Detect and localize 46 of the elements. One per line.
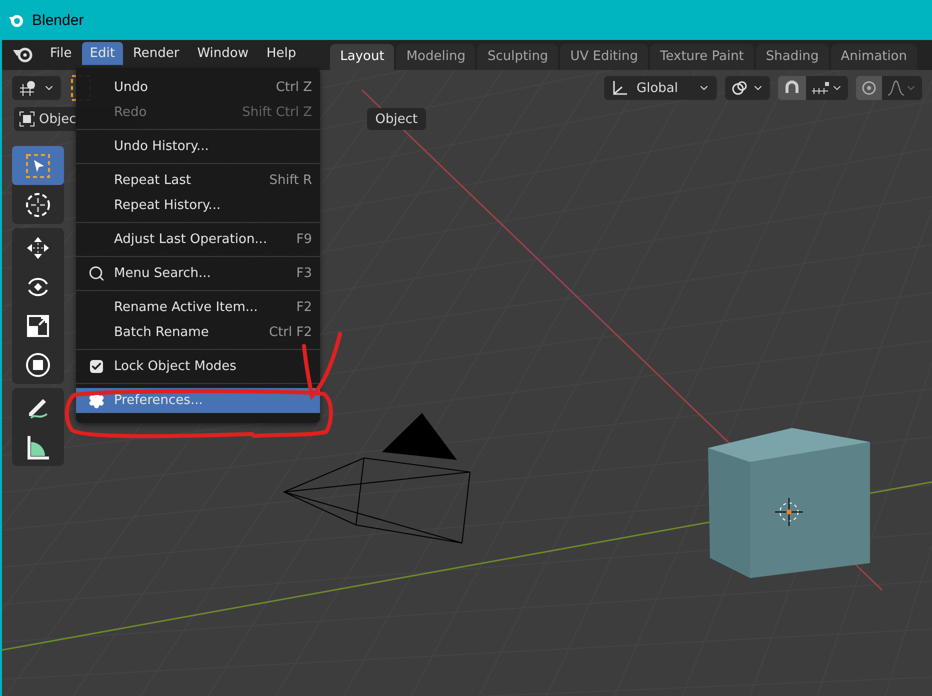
menu-entry[interactable]: Adjust Last Operation... F9 <box>76 227 320 252</box>
target-circle-icon <box>861 80 877 96</box>
menu-item[interactable]: Render <box>124 42 188 65</box>
checkbox[interactable] <box>90 360 102 373</box>
scale-icon <box>25 312 51 338</box>
menu-item[interactable]: File <box>42 42 80 65</box>
search-icon <box>88 265 104 282</box>
snap-toggle[interactable] <box>778 76 806 100</box>
menu-entry[interactable]: Repeat History... <box>76 193 320 218</box>
falloff-dropdown[interactable] <box>882 76 922 100</box>
transform-icon <box>25 352 51 378</box>
workspace-tab[interactable]: Sculpting <box>477 44 558 70</box>
proportional-edit-toggle[interactable] <box>856 76 882 100</box>
menu-item[interactable]: Help <box>258 42 304 65</box>
increment-icon <box>811 80 831 96</box>
cursor-icon <box>25 192 51 218</box>
workspace-tab[interactable]: Shading <box>756 44 829 70</box>
object-mode-icon <box>19 111 35 127</box>
workspace-tab[interactable]: Layout <box>330 44 394 70</box>
snap-target-dropdown[interactable] <box>806 76 848 100</box>
object-menu[interactable]: Object <box>367 108 426 130</box>
menu-entry[interactable]: Rename Active Item... F2 <box>76 295 320 320</box>
falloff-curve-icon <box>887 80 905 96</box>
pivot-dropdown[interactable] <box>725 76 770 100</box>
editor-type-button[interactable] <box>12 76 61 100</box>
ruler-icon <box>25 434 51 460</box>
menu-entry[interactable]: Undo Ctrl Z <box>76 75 320 100</box>
window-title: Blender <box>32 12 84 28</box>
menu-entry[interactable]: Menu Search... F3 <box>76 261 320 286</box>
workspace-tab[interactable]: Texture Paint <box>650 44 754 70</box>
menu-entry[interactable]: Lock Object Modes <box>76 354 320 379</box>
settings-icon <box>88 392 104 409</box>
menu-entry[interactable]: Undo History... <box>76 134 320 159</box>
axes-icon <box>610 79 629 97</box>
workspace-tab[interactable]: UV Editing <box>560 44 648 70</box>
transform-orientation-dropdown[interactable]: Global <box>604 76 717 100</box>
workspace-tab[interactable]: Animation <box>830 44 917 70</box>
select-box-icon <box>25 152 51 178</box>
link-rings-icon <box>731 80 749 96</box>
app-logo-icon <box>8 12 24 28</box>
move-arrows-icon <box>25 234 51 260</box>
menu-entry[interactable]: Batch Rename Ctrl F2 <box>76 320 320 345</box>
menu-entry[interactable]: Repeat Last Shift R <box>76 168 320 193</box>
menu-item[interactable]: Window <box>189 42 256 65</box>
menu-item[interactable]: Edit <box>82 42 123 65</box>
workspace-tab[interactable]: Modeling <box>396 44 476 70</box>
